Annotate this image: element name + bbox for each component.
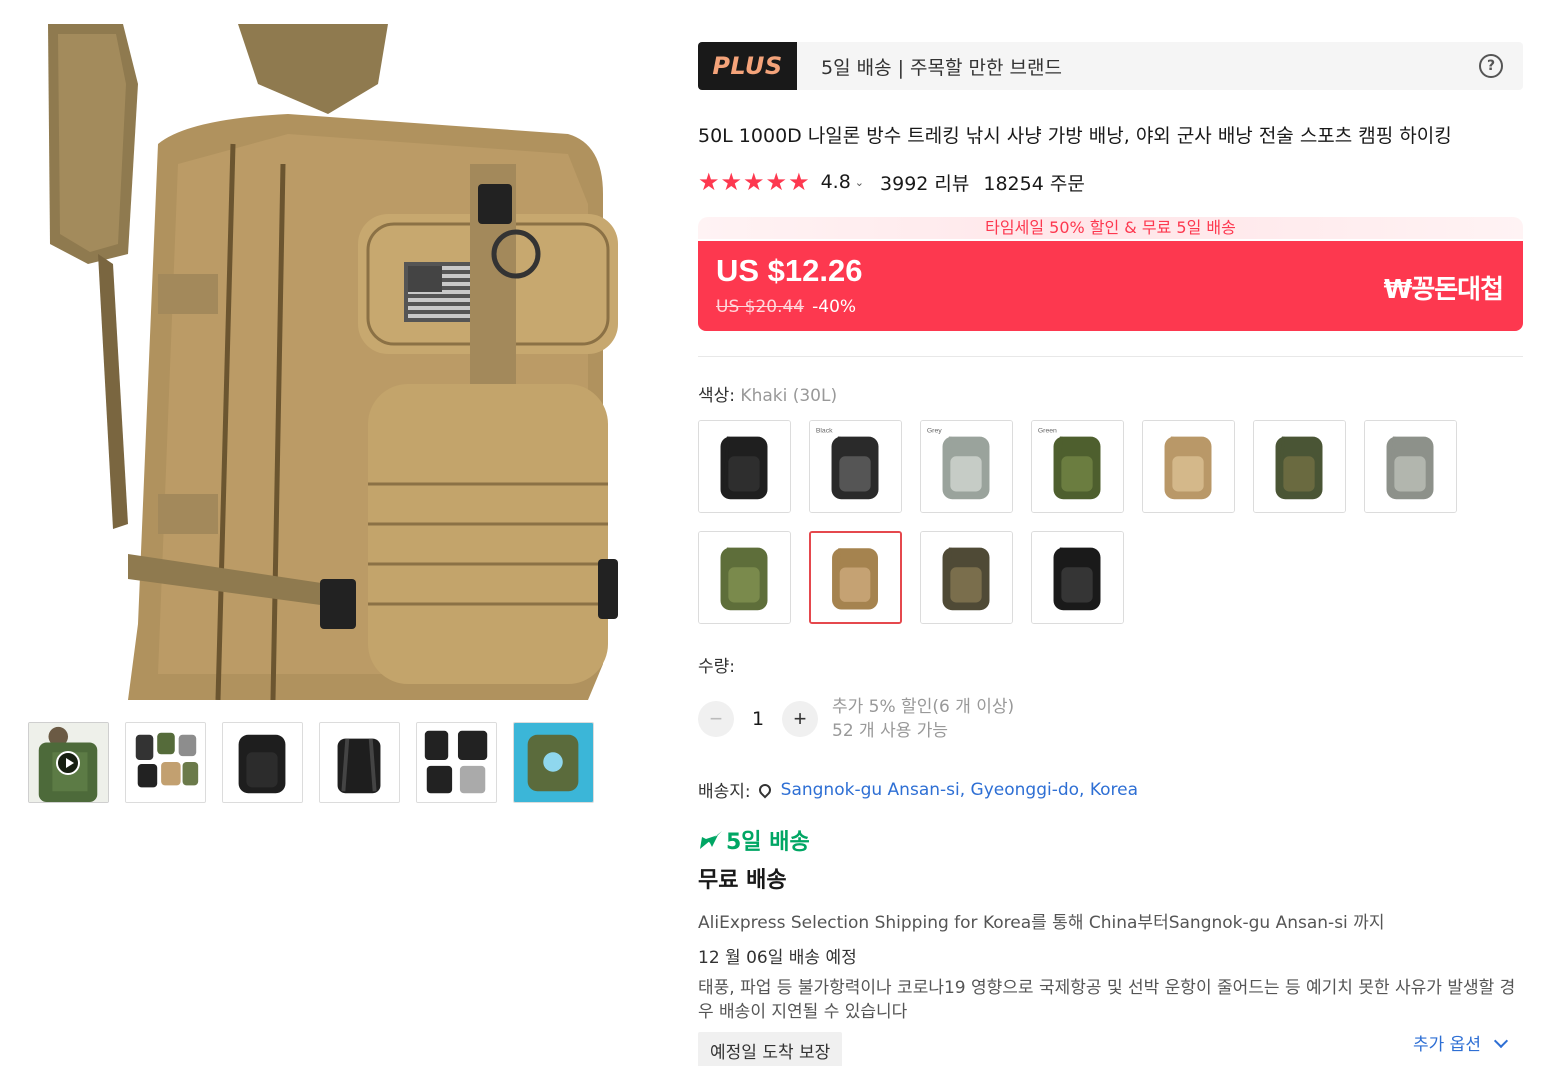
delay-notice: 태풍, 파업 등 불가항력이나 코로나19 영향으로 국제항공 및 선박 운항이… — [698, 978, 1516, 1022]
thumbnail-image — [126, 723, 205, 802]
play-icon[interactable] — [56, 751, 80, 775]
help-icon[interactable]: ? — [1479, 54, 1503, 78]
thumbnail-black-front[interactable] — [222, 722, 303, 803]
on-time-guarantee-badge[interactable]: 예정일 도착 보장 — [698, 1032, 843, 1066]
color-label-text: 색상: — [698, 386, 736, 406]
color-swatch-black[interactable] — [698, 420, 791, 513]
fast-delivery: 5일 배송 — [698, 824, 1523, 856]
swatch-image: Black — [810, 421, 901, 512]
thumbnail-black-back[interactable] — [319, 722, 400, 803]
thumbnail-image — [417, 723, 496, 802]
color-swatch-black-small[interactable] — [1031, 531, 1124, 624]
increase-button[interactable]: + — [782, 701, 818, 737]
color-swatch-acu[interactable] — [1364, 420, 1457, 513]
current-price: US $12.26 — [716, 253, 863, 288]
thumbnail-image — [320, 723, 399, 802]
swatch-label: Black — [816, 428, 833, 435]
color-swatch-grey-camo[interactable]: Grey — [920, 420, 1013, 513]
shipping-method: AliExpress Selection Shipping for Korea를… — [698, 913, 1385, 933]
swatch-image — [921, 532, 1012, 623]
chevron-down-icon[interactable]: ⌄ — [855, 176, 864, 189]
plus-logo: PLUS — [698, 42, 797, 90]
original-price-row: US $20.44 -40% — [716, 297, 856, 317]
plus-banner[interactable]: PLUS 5일 배송 | 주목할 만한 브랜드 ? — [698, 42, 1523, 90]
quantity-label: 수량: — [698, 657, 736, 677]
stock-available: 52 개 사용 가능 — [832, 721, 949, 741]
product-title: 50L 1000D 나일론 방수 트레킹 낚시 사냥 가방 배낭, 야외 군사 … — [698, 125, 1452, 147]
swatch-image — [1143, 421, 1234, 512]
selected-color: Khaki (30L) — [740, 386, 838, 406]
swatch-image — [1365, 421, 1456, 512]
color-swatch-khaki[interactable] — [1142, 420, 1235, 513]
quantity-value[interactable]: 1 — [734, 708, 782, 730]
more-options-link[interactable]: 추가 옵션 — [1413, 1030, 1538, 1055]
thumbnail-color-grid[interactable] — [125, 722, 206, 803]
color-swatch-woodland-small[interactable] — [920, 531, 1013, 624]
free-shipping: 무료 배송 — [698, 868, 787, 893]
event-badge: ₩꽁돈대첩 — [1383, 275, 1504, 305]
color-swatch-green-small[interactable] — [698, 531, 791, 624]
thumbnail-green-water[interactable] — [513, 722, 594, 803]
color-label: 색상: Khaki (30L) — [698, 381, 1523, 406]
swatch-image — [1032, 532, 1123, 623]
rating-score[interactable]: 4.8 — [821, 171, 851, 193]
swatch-image — [699, 421, 790, 512]
thumbnail-image — [514, 723, 593, 802]
swatch-image: Green — [1032, 421, 1123, 512]
ship-to-address-link[interactable]: Sangnok-gu Ansan-si, Gyeonggi-do, Korea — [781, 780, 1138, 800]
ship-to-label: 배송지: — [698, 782, 751, 802]
color-swatch-green[interactable]: Green — [1031, 420, 1124, 513]
quantity-info: 추가 5% 할인(6 개 이상) 52 개 사용 가능 — [832, 695, 1014, 743]
airplane-icon — [700, 831, 722, 849]
original-price: US $20.44 — [716, 297, 805, 317]
plus-banner-text: 5일 배송 | 주목할 만한 브랜드 — [821, 56, 1062, 79]
order-count: 18254 주문 — [983, 172, 1085, 195]
thumbnail-black-views[interactable] — [416, 722, 497, 803]
color-swatch-khaki-small[interactable] — [809, 531, 902, 624]
star-rating-icon: ★★★★★ — [698, 168, 811, 196]
thumbnail-strip — [28, 722, 594, 803]
promo-banner: 타임세일 50% 할인 & 무료 5일 배송 — [698, 217, 1523, 239]
color-swatch-black-camo[interactable]: Black — [809, 420, 902, 513]
rating-row: ★★★★★ 4.8 ⌄ 3992 리뷰 18254 주문 — [698, 167, 1523, 197]
swatch-image — [1254, 421, 1345, 512]
swatch-label: Grey — [927, 428, 942, 435]
decrease-button[interactable]: − — [698, 701, 734, 737]
thumbnail-video[interactable] — [28, 722, 109, 803]
swatch-image: Grey — [921, 421, 1012, 512]
discount-percent: -40% — [812, 297, 857, 317]
color-swatches: Black Grey Green — [698, 420, 1523, 624]
color-swatch-woodland[interactable] — [1253, 420, 1346, 513]
price-box: US $12.26 US $20.44 -40% ₩꽁돈대첩 — [698, 241, 1523, 331]
backpack-illustration — [48, 24, 618, 700]
swatch-image — [699, 532, 790, 623]
divider — [698, 356, 1523, 357]
more-options-label: 추가 옵션 — [1413, 1035, 1481, 1055]
location-pin-icon — [756, 781, 774, 798]
bulk-discount-note: 추가 5% 할인(6 개 이상) — [832, 697, 1015, 717]
chevron-down-icon — [1494, 1033, 1509, 1049]
swatch-label: Green — [1038, 428, 1057, 435]
swatch-image — [811, 533, 900, 622]
main-product-image[interactable] — [28, 24, 634, 700]
product-info-panel: PLUS 5일 배송 | 주목할 만한 브랜드 ? 50L 1000D 나일론 … — [698, 42, 1523, 1066]
quantity-stepper: − 1 + 추가 5% 할인(6 개 이상) 52 개 사용 가능 — [698, 695, 1523, 743]
thumbnail-image — [223, 723, 302, 802]
fast-delivery-text: 5일 배송 — [726, 830, 810, 855]
delivery-eta: 12 월 06일 배송 예정 — [698, 948, 857, 968]
review-count[interactable]: 3992 리뷰 — [880, 169, 969, 196]
ship-to-row: 배송지: Sangnok-gu Ansan-si, Gyeonggi-do, K… — [698, 777, 1523, 803]
